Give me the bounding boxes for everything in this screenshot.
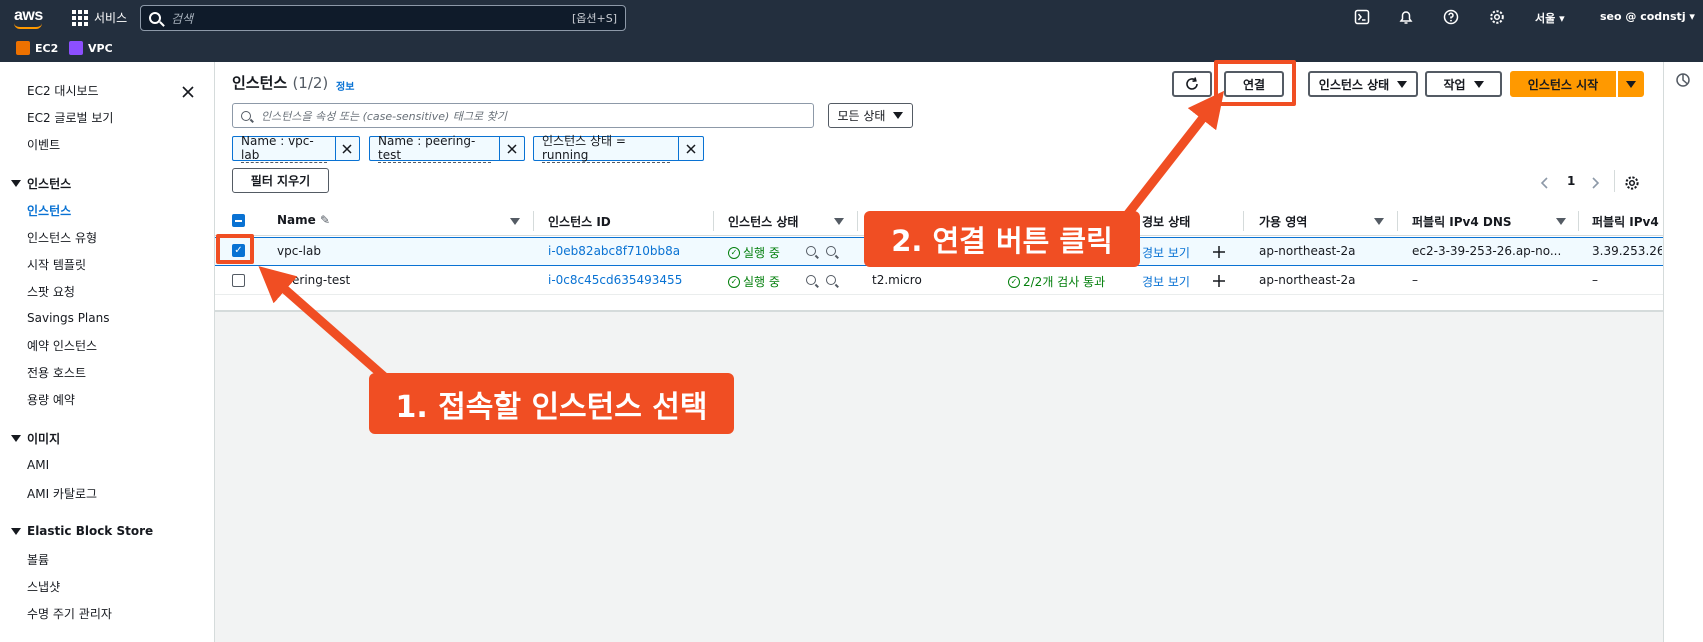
annotation-arrows — [258, 90, 1225, 399]
step2-callout: 2. 연결 버튼 클릭 — [864, 211, 1140, 267]
arrow-to-connect — [1116, 90, 1225, 227]
step1-callout: 1. 접속할 인스턴스 선택 — [369, 373, 734, 434]
